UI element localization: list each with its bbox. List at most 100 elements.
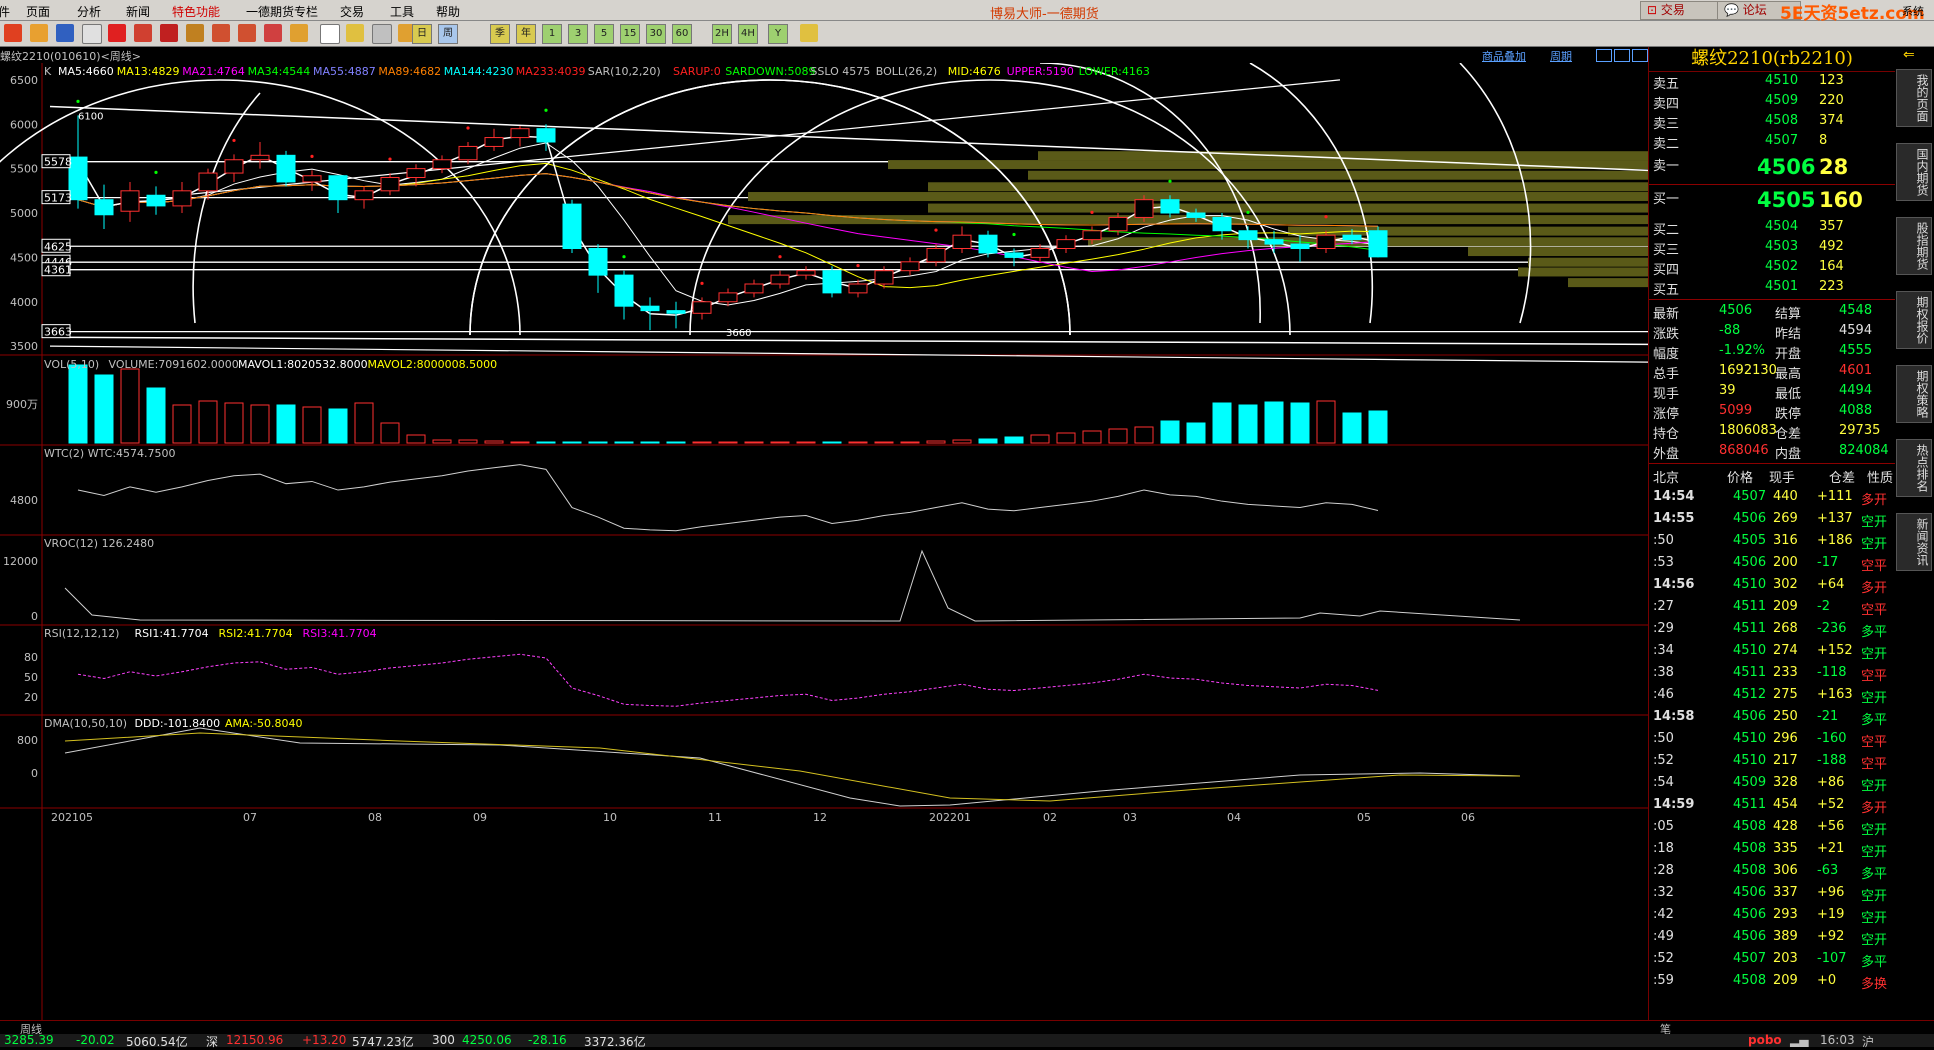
layout-icon[interactable] bbox=[346, 24, 364, 42]
volume-bar bbox=[354, 402, 374, 444]
sz-change: +13.20 bbox=[302, 1033, 347, 1047]
window-split-icon[interactable] bbox=[1614, 49, 1630, 62]
tick-row[interactable]: 14:58 4506 250 -21 多平 bbox=[1649, 708, 1895, 728]
stat-label: 持仓 bbox=[1653, 427, 1680, 442]
gann-arc bbox=[192, 92, 261, 324]
period-year-button[interactable]: 年 bbox=[516, 24, 536, 44]
document-icon[interactable] bbox=[82, 24, 102, 44]
time-tick: 08 bbox=[368, 811, 382, 824]
tick-time: 14:55 bbox=[1653, 511, 1695, 526]
menu-yide-column[interactable]: 一德期货专栏 bbox=[246, 3, 318, 20]
tick-row[interactable]: 14:59 4511 454 +52 多开 bbox=[1649, 796, 1895, 816]
ma-legend-8: SAR(10,2,20) bbox=[588, 65, 661, 78]
filter-icon[interactable] bbox=[264, 24, 282, 42]
trade-button[interactable]: ⊡ 交易 bbox=[1640, 1, 1724, 20]
globe-icon[interactable] bbox=[108, 24, 126, 42]
side-tab-0[interactable]: 我的页面 bbox=[1896, 69, 1932, 127]
menu-trade[interactable]: 交易 bbox=[340, 3, 364, 20]
menu-help[interactable]: 帮助 bbox=[436, 3, 460, 20]
pencil-icon[interactable] bbox=[186, 24, 204, 42]
period-quarter-button[interactable]: 季 bbox=[490, 24, 510, 44]
menu-file[interactable]: 件 bbox=[0, 3, 10, 20]
tick-row[interactable]: :59 4508 209 +0 多换 bbox=[1649, 972, 1895, 992]
tick-row[interactable]: :34 4510 274 +152 空开 bbox=[1649, 642, 1895, 662]
tick-oi-change: -236 bbox=[1817, 621, 1847, 636]
period-4h-button[interactable]: 4H bbox=[738, 24, 758, 44]
tick-row[interactable]: :42 4506 293 +19 空开 bbox=[1649, 906, 1895, 926]
period-day-button[interactable]: 日 bbox=[412, 24, 432, 44]
tick-row[interactable]: :52 4510 217 -188 空平 bbox=[1649, 752, 1895, 772]
period-1m-button[interactable]: 1 bbox=[542, 24, 562, 44]
tick-row[interactable]: :29 4511 268 -236 多平 bbox=[1649, 620, 1895, 640]
side-tab-2[interactable]: 股指期货 bbox=[1896, 217, 1932, 275]
tick-row[interactable]: :46 4512 275 +163 空开 bbox=[1649, 686, 1895, 706]
stat-row: 外盘 868046 内盘 824084 bbox=[1649, 442, 1895, 462]
tick-row[interactable]: :05 4508 428 +56 空开 bbox=[1649, 818, 1895, 838]
tick-row[interactable]: :52 4507 203 -107 多平 bbox=[1649, 950, 1895, 970]
candle-body bbox=[1316, 234, 1336, 249]
tick-price: 4506 bbox=[1733, 907, 1767, 922]
zoom-in-icon[interactable] bbox=[212, 24, 230, 42]
window-max-icon[interactable] bbox=[1632, 49, 1648, 62]
tick-row[interactable]: :49 4506 389 +92 空开 bbox=[1649, 928, 1895, 948]
hs300-change: -28.16 bbox=[528, 1033, 567, 1047]
tick-row[interactable]: 14:55 4506 269 +137 空开 bbox=[1649, 510, 1895, 530]
kline-chart[interactable]: K MA5:4660 MA13:4829 MA21:4764 MA34:4544 MA55… bbox=[0, 63, 1648, 1020]
menu-page[interactable]: 页面 bbox=[26, 3, 50, 20]
period-15m-button[interactable]: 15 bbox=[620, 24, 640, 44]
monitor-icon[interactable] bbox=[56, 24, 74, 42]
tick-row[interactable]: :53 4506 200 -17 空平 bbox=[1649, 554, 1895, 574]
candle-body bbox=[146, 194, 166, 207]
overlay-commodity-link[interactable]: 商品叠加 bbox=[1482, 48, 1526, 64]
tick-row[interactable]: 14:54 4507 440 +111 多开 bbox=[1649, 488, 1895, 508]
period-y-button[interactable]: Y bbox=[768, 24, 788, 44]
home-icon[interactable] bbox=[4, 24, 22, 42]
zoom-out-icon[interactable] bbox=[238, 24, 256, 42]
candle-body bbox=[224, 159, 244, 174]
side-tab-6[interactable]: 新闻资讯 bbox=[1896, 513, 1932, 571]
tick-row[interactable]: :28 4508 306 -63 多平 bbox=[1649, 862, 1895, 882]
time-tick: 12 bbox=[813, 811, 827, 824]
period-30m-button[interactable]: 30 bbox=[646, 24, 666, 44]
settings-icon[interactable] bbox=[800, 24, 818, 42]
period-2h-button[interactable]: 2H bbox=[712, 24, 732, 44]
ma-legend-15: LOWER:4163 bbox=[1079, 65, 1150, 78]
tick-time: :50 bbox=[1653, 731, 1674, 746]
back-arrow-icon[interactable]: ⇐ bbox=[1903, 47, 1915, 63]
volume-profile-bar bbox=[1468, 247, 1648, 257]
menu-system[interactable]: 系统 bbox=[1902, 3, 1924, 19]
rsi-axis-20: 20 bbox=[24, 691, 38, 704]
period-week-button[interactable]: 周 bbox=[438, 24, 458, 44]
tick-row[interactable]: :50 4505 316 +186 空开 bbox=[1649, 532, 1895, 552]
window-restore-icon[interactable] bbox=[1596, 49, 1612, 62]
period-5m-button[interactable]: 5 bbox=[594, 24, 614, 44]
bid-label: 买五 bbox=[1653, 283, 1680, 298]
calendar-icon[interactable] bbox=[134, 24, 152, 42]
side-tab-4[interactable]: 期权策略 bbox=[1896, 365, 1932, 423]
tick-row[interactable]: :27 4511 209 -2 空平 bbox=[1649, 598, 1895, 618]
menu-features[interactable]: 特色功能 bbox=[172, 3, 220, 20]
side-tab-3[interactable]: 期权报价 bbox=[1896, 291, 1932, 349]
menu-analysis[interactable]: 分析 bbox=[77, 3, 101, 20]
folder-icon[interactable] bbox=[30, 24, 48, 42]
period-link[interactable]: 周期 bbox=[1550, 48, 1572, 64]
menu-news[interactable]: 新闻 bbox=[126, 3, 150, 20]
tick-row[interactable]: :54 4509 328 +86 空开 bbox=[1649, 774, 1895, 794]
ask-label: 卖五 bbox=[1653, 77, 1680, 92]
tick-row[interactable]: :32 4506 337 +96 空开 bbox=[1649, 884, 1895, 904]
list-icon[interactable] bbox=[372, 24, 392, 44]
grid-icon[interactable] bbox=[320, 24, 340, 44]
tick-row[interactable]: :38 4511 233 -118 空平 bbox=[1649, 664, 1895, 684]
side-tab-5[interactable]: 热点排名 bbox=[1896, 439, 1932, 497]
tick-row[interactable]: :50 4510 296 -160 空平 bbox=[1649, 730, 1895, 750]
tick-row[interactable]: 14:56 4510 302 +64 多开 bbox=[1649, 576, 1895, 596]
stat-value: 868046 bbox=[1719, 443, 1769, 458]
period-60m-button[interactable]: 60 bbox=[672, 24, 692, 44]
tick-row[interactable]: :18 4508 335 +21 空开 bbox=[1649, 840, 1895, 860]
menu-tools[interactable]: 工具 bbox=[390, 3, 414, 20]
ask1-volume: 28 bbox=[1819, 155, 1849, 179]
side-tab-1[interactable]: 国内期货 bbox=[1896, 143, 1932, 201]
period-3m-button[interactable]: 3 bbox=[568, 24, 588, 44]
star-icon[interactable] bbox=[290, 24, 308, 42]
pen-icon[interactable] bbox=[160, 24, 178, 42]
